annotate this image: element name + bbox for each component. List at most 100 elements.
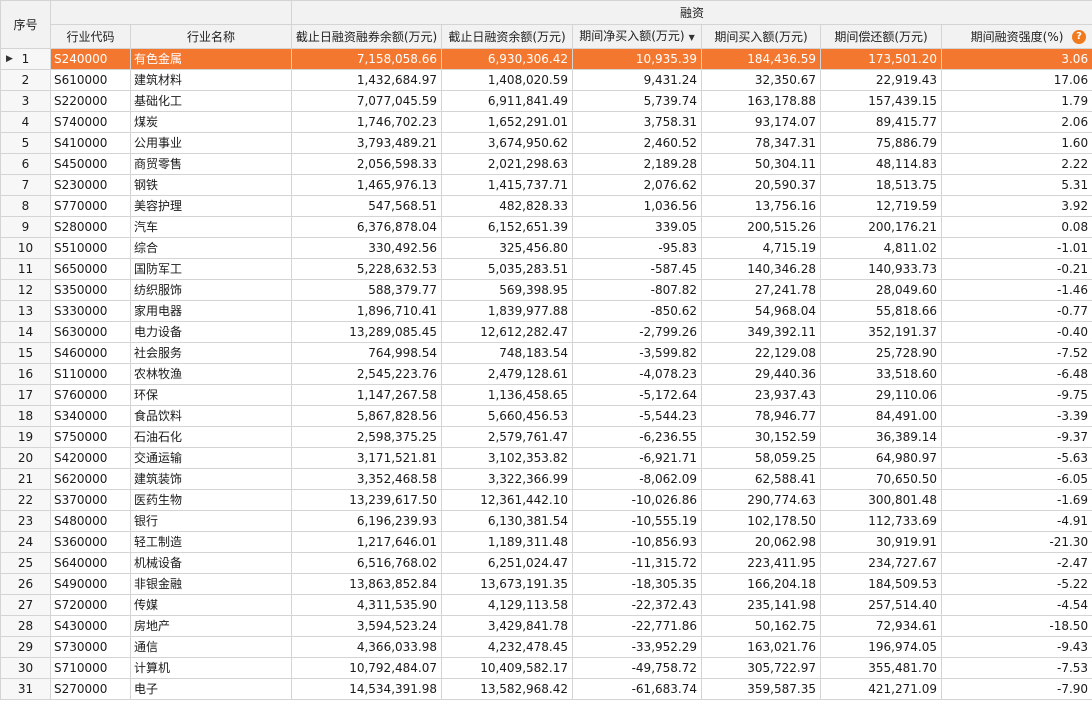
cell-net[interactable]: -850.62	[572, 300, 702, 322]
cell-strength[interactable]: 1.79	[940, 90, 1092, 112]
cell-strength[interactable]: -1.69	[940, 489, 1092, 511]
table-row[interactable]: 4 S740000 煤炭 1,746,702.23 1,652,291.01 3,758.…	[0, 111, 1092, 133]
cell-net[interactable]: -11,315.72	[572, 552, 702, 574]
cell-net[interactable]: -10,856.93	[572, 531, 702, 553]
cell-repay[interactable]: 196,974.05	[820, 636, 942, 658]
cell-repay[interactable]: 29,110.06	[820, 384, 942, 406]
cell-fin[interactable]: 6,152,651.39	[441, 216, 573, 238]
cell-code[interactable]: S480000	[50, 510, 131, 532]
cell-fin[interactable]: 6,251,024.47	[441, 552, 573, 574]
row-index[interactable]: 18	[0, 405, 51, 427]
header-name[interactable]: 行业名称	[130, 24, 292, 49]
cell-buy[interactable]: 23,937.43	[701, 384, 821, 406]
cell-repay[interactable]: 84,491.00	[820, 405, 942, 427]
cell-strength[interactable]: -0.40	[940, 321, 1092, 343]
cell-net[interactable]: -22,771.86	[572, 615, 702, 637]
cell-fin[interactable]: 1,408,020.59	[441, 69, 573, 91]
cell-repay[interactable]: 12,719.59	[820, 195, 942, 217]
cell-code[interactable]: S340000	[50, 405, 131, 427]
cell-strength[interactable]: 1.60	[940, 132, 1092, 154]
cell-net[interactable]: 2,076.62	[572, 174, 702, 196]
row-index[interactable]: 11	[0, 258, 51, 280]
cell-buy[interactable]: 163,178.88	[701, 90, 821, 112]
cell-buy[interactable]: 62,588.41	[701, 468, 821, 490]
header-total[interactable]: 截止日融资融券余额(万元)	[291, 24, 442, 49]
cell-name[interactable]: 非银金融	[130, 573, 292, 595]
cell-fin[interactable]: 4,232,478.45	[441, 636, 573, 658]
cell-strength[interactable]: -2.47	[940, 552, 1092, 574]
cell-total[interactable]: 13,863,852.84	[291, 573, 442, 595]
cell-total[interactable]: 6,516,768.02	[291, 552, 442, 574]
cell-repay[interactable]: 257,514.40	[820, 594, 942, 616]
cell-strength[interactable]: -7.53	[940, 657, 1092, 679]
table-row[interactable]: 11 S650000 国防军工 5,228,632.53 5,035,283.51 -58…	[0, 258, 1092, 280]
cell-name[interactable]: 机械设备	[130, 552, 292, 574]
table-row[interactable]: 10 S510000 综合 330,492.56 325,456.80 -95.83 4,7…	[0, 237, 1092, 259]
table-row[interactable]: 13 S330000 家用电器 1,896,710.41 1,839,977.88 -85…	[0, 300, 1092, 322]
row-index[interactable]: 10	[0, 237, 51, 259]
sort-desc-icon[interactable]: ▼	[689, 33, 695, 42]
row-index[interactable]: 30	[0, 657, 51, 679]
cell-net[interactable]: -5,172.64	[572, 384, 702, 406]
cell-repay[interactable]: 173,501.20	[820, 48, 942, 70]
cell-repay[interactable]: 72,934.61	[820, 615, 942, 637]
row-index[interactable]: 31	[0, 678, 51, 700]
row-index[interactable]: 29	[0, 636, 51, 658]
cell-fin[interactable]: 5,660,456.53	[441, 405, 573, 427]
cell-fin[interactable]: 6,930,306.42	[441, 48, 573, 70]
header-strength[interactable]: 期间融资强度(%)?	[940, 24, 1092, 49]
cell-fin[interactable]: 2,579,761.47	[441, 426, 573, 448]
cell-strength[interactable]: -5.22	[940, 573, 1092, 595]
header-net[interactable]: 期间净买入额(万元) ▼	[572, 24, 702, 49]
cell-strength[interactable]: -4.91	[940, 510, 1092, 532]
cell-fin[interactable]: 748,183.54	[441, 342, 573, 364]
table-row[interactable]: 31 S270000 电子 14,534,391.98 13,582,968.42 -61…	[0, 678, 1092, 700]
cell-total[interactable]: 3,793,489.21	[291, 132, 442, 154]
cell-net[interactable]: -33,952.29	[572, 636, 702, 658]
cell-fin[interactable]: 1,652,291.01	[441, 111, 573, 133]
help-icon[interactable]: ?	[1072, 30, 1087, 44]
cell-name[interactable]: 石油石化	[130, 426, 292, 448]
cell-name[interactable]: 农林牧渔	[130, 363, 292, 385]
cell-strength[interactable]: 5.31	[940, 174, 1092, 196]
cell-repay[interactable]: 25,728.90	[820, 342, 942, 364]
cell-strength[interactable]: -9.37	[940, 426, 1092, 448]
cell-strength[interactable]: 2.06	[940, 111, 1092, 133]
cell-code[interactable]: S450000	[50, 153, 131, 175]
cell-total[interactable]: 5,228,632.53	[291, 258, 442, 280]
cell-repay[interactable]: 352,191.37	[820, 321, 942, 343]
cell-net[interactable]: -10,555.19	[572, 510, 702, 532]
cell-strength[interactable]: -18.50	[940, 615, 1092, 637]
cell-code[interactable]: S240000	[50, 48, 131, 70]
cell-net[interactable]: -5,544.23	[572, 405, 702, 427]
table-row[interactable]: 7 S230000 钢铁 1,465,976.13 1,415,737.71 2,076.…	[0, 174, 1092, 196]
cell-code[interactable]: S640000	[50, 552, 131, 574]
cell-repay[interactable]: 112,733.69	[820, 510, 942, 532]
cell-name[interactable]: 基础化工	[130, 90, 292, 112]
cell-name[interactable]: 电子	[130, 678, 292, 700]
cell-fin[interactable]: 325,456.80	[441, 237, 573, 259]
cell-code[interactable]: S230000	[50, 174, 131, 196]
header-buy[interactable]: 期间买入额(万元)	[701, 24, 821, 49]
cell-net[interactable]: -10,026.86	[572, 489, 702, 511]
cell-total[interactable]: 2,598,375.25	[291, 426, 442, 448]
cell-fin[interactable]: 1,839,977.88	[441, 300, 573, 322]
cell-fin[interactable]: 6,130,381.54	[441, 510, 573, 532]
cell-repay[interactable]: 30,919.91	[820, 531, 942, 553]
cell-repay[interactable]: 70,650.50	[820, 468, 942, 490]
table-row[interactable]: 12 S350000 纺织服饰 588,379.77 569,398.95 -807.82…	[0, 279, 1092, 301]
cell-name[interactable]: 公用事业	[130, 132, 292, 154]
cell-strength[interactable]: 0.08	[940, 216, 1092, 238]
cell-buy[interactable]: 13,756.16	[701, 195, 821, 217]
cell-repay[interactable]: 48,114.83	[820, 153, 942, 175]
cell-buy[interactable]: 20,590.37	[701, 174, 821, 196]
cell-buy[interactable]: 166,204.18	[701, 573, 821, 595]
cell-code[interactable]: S370000	[50, 489, 131, 511]
table-row[interactable]: 25 S640000 机械设备 6,516,768.02 6,251,024.47 -11…	[0, 552, 1092, 574]
cell-name[interactable]: 环保	[130, 384, 292, 406]
cell-buy[interactable]: 102,178.50	[701, 510, 821, 532]
cell-total[interactable]: 1,432,684.97	[291, 69, 442, 91]
cell-buy[interactable]: 30,152.59	[701, 426, 821, 448]
cell-name[interactable]: 通信	[130, 636, 292, 658]
cell-total[interactable]: 1,465,976.13	[291, 174, 442, 196]
